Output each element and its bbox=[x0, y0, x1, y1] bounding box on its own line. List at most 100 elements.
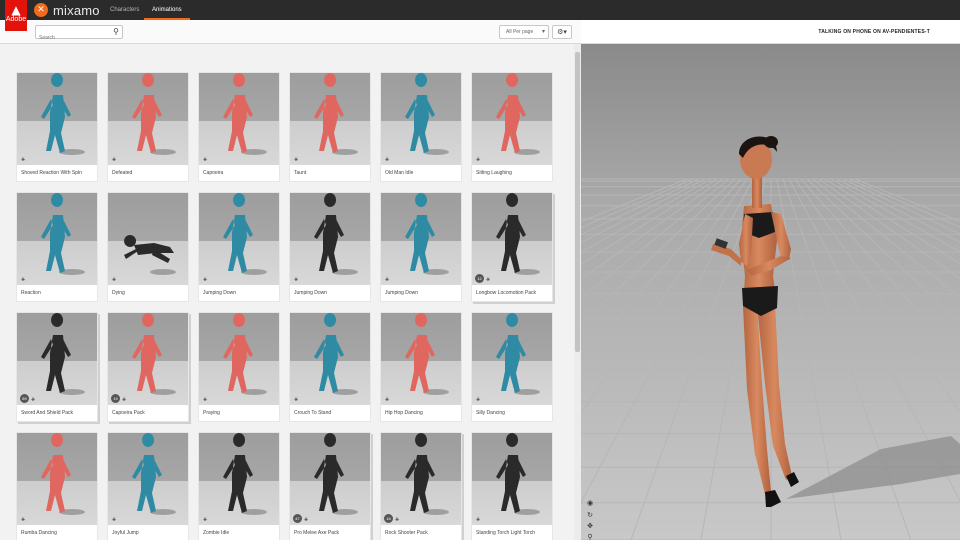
character-figure bbox=[405, 433, 435, 513]
pack-count-badge: 89 bbox=[20, 394, 29, 403]
animation-thumbnail[interactable]: 19 ⚹ bbox=[108, 313, 188, 405]
animation-thumbnail[interactable]: ⚹ bbox=[199, 313, 279, 405]
animation-card[interactable]: ⚹ Shoved Reaction With Spin bbox=[16, 72, 98, 182]
search-input[interactable] bbox=[36, 32, 110, 44]
camera-icon[interactable]: ◉ bbox=[585, 498, 595, 508]
animation-card[interactable]: ⚹ Old Man Idle bbox=[380, 72, 462, 182]
animation-thumbnail[interactable]: 12 ⚹ bbox=[472, 193, 552, 285]
per-page-select[interactable]: All Per page ▾ bbox=[499, 25, 549, 39]
in-place-icon: ⚹ bbox=[304, 515, 309, 523]
animation-card-label: Jumping Down bbox=[385, 290, 419, 296]
animation-card[interactable]: ⚹ Zombie Idle bbox=[198, 432, 280, 540]
animation-thumbnail[interactable]: ⚹ bbox=[17, 73, 97, 165]
animation-card[interactable]: ⚹ Crouch To Stand bbox=[289, 312, 371, 422]
pack-count-badge: 19 bbox=[111, 394, 120, 403]
animation-card[interactable]: ⚹ Jumping Down bbox=[198, 192, 280, 302]
animation-card-label: Hip Hop Dancing bbox=[385, 410, 423, 416]
animation-thumbnail[interactable]: ⚹ bbox=[199, 73, 279, 165]
animation-card-label: Crouch To Stand bbox=[294, 410, 332, 416]
zoom-icon[interactable]: ⚲ bbox=[585, 532, 595, 540]
character-figure bbox=[223, 433, 253, 513]
animation-card[interactable]: ⚹ Rumba Dancing bbox=[16, 432, 98, 540]
animation-card-label: Defeated bbox=[112, 170, 133, 176]
character-figure bbox=[223, 73, 253, 153]
animation-card[interactable]: ⚹ Taunt bbox=[289, 72, 371, 182]
character-figure bbox=[496, 313, 526, 393]
viewer-stage[interactable]: ◉ ↻ ✥ ⚲ bbox=[581, 44, 960, 540]
character-figure bbox=[314, 433, 344, 513]
animation-thumbnail[interactable]: ⚹ bbox=[472, 313, 552, 405]
animation-card-label: Capoeira bbox=[203, 170, 224, 176]
animation-card[interactable]: ⚹ Jumping Down bbox=[289, 192, 371, 302]
tab-characters[interactable]: Characters bbox=[110, 0, 139, 20]
animation-card[interactable]: ⚹ Defeated bbox=[107, 72, 189, 182]
character-figure bbox=[41, 433, 71, 513]
character-figure bbox=[314, 73, 344, 153]
animation-card[interactable]: ⚹ Joyful Jump bbox=[107, 432, 189, 540]
animation-card[interactable]: 47 ⚹ Pro Melee Axe Pack bbox=[289, 432, 371, 540]
viewport-canvas[interactable] bbox=[581, 44, 960, 540]
library-scrollbar[interactable] bbox=[574, 44, 581, 540]
character-figure bbox=[405, 193, 435, 273]
animation-card-label: Pro Melee Axe Pack bbox=[294, 530, 340, 536]
animation-card[interactable]: ⚹ Reaction bbox=[16, 192, 98, 302]
animation-card[interactable]: ⚹ Praying bbox=[198, 312, 280, 422]
animation-card[interactable]: ⚹ Hip Hop Dancing bbox=[380, 312, 462, 422]
animation-thumbnail[interactable]: 47 ⚹ bbox=[290, 433, 370, 525]
settings-dropdown-button[interactable]: ⚙▾ bbox=[552, 25, 572, 39]
animation-thumbnail[interactable]: ⚹ bbox=[290, 73, 370, 165]
animation-thumbnail[interactable]: ⚹ bbox=[17, 193, 97, 285]
animation-card-label: Sitting Laughing bbox=[476, 170, 512, 176]
animation-thumbnail[interactable]: 89 ⚹ bbox=[17, 313, 97, 405]
character-figure bbox=[41, 193, 71, 273]
animation-card[interactable]: ⚹ Silly Dancing bbox=[471, 312, 553, 422]
animation-thumbnail[interactable]: ⚹ bbox=[472, 73, 552, 165]
in-place-icon: ⚹ bbox=[476, 155, 481, 163]
animation-card[interactable]: 89 ⚹ Sword And Shield Pack bbox=[16, 312, 98, 422]
animation-thumbnail[interactable]: ⚹ bbox=[381, 193, 461, 285]
in-place-icon: ⚹ bbox=[21, 275, 26, 283]
animation-card[interactable]: 12 ⚹ Longbow Locomotion Pack bbox=[471, 192, 553, 302]
adobe-logo[interactable]: ▲ Adobe bbox=[5, 0, 27, 31]
character-figure bbox=[223, 313, 253, 393]
in-place-icon: ⚹ bbox=[486, 275, 491, 283]
animation-card[interactable]: 19 ⚹ Capoeira Pack bbox=[107, 312, 189, 422]
pan-icon[interactable]: ✥ bbox=[585, 521, 595, 531]
animation-thumbnail[interactable]: ⚹ bbox=[290, 313, 370, 405]
animation-card[interactable]: ⚹ Standing Torch Light Torch bbox=[471, 432, 553, 540]
pack-count-badge: 12 bbox=[475, 274, 484, 283]
character-figure bbox=[314, 193, 344, 273]
tab-animations[interactable]: Animations bbox=[144, 0, 190, 20]
gear-icon: ⚙▾ bbox=[557, 28, 567, 36]
animation-thumbnail[interactable]: ⚹ bbox=[199, 433, 279, 525]
character-figure bbox=[314, 313, 344, 393]
animation-thumbnail[interactable]: ⚹ bbox=[17, 433, 97, 525]
animation-card[interactable]: 16 ⚹ Rock Shooter Pack bbox=[380, 432, 462, 540]
animation-thumbnail[interactable]: ⚹ bbox=[472, 433, 552, 525]
animation-thumbnail[interactable]: ⚹ bbox=[108, 433, 188, 525]
animation-thumbnail[interactable]: ⚹ bbox=[290, 193, 370, 285]
in-place-icon: ⚹ bbox=[112, 155, 117, 163]
animation-card[interactable]: ⚹ Sitting Laughing bbox=[471, 72, 553, 182]
search-icon[interactable]: ⚲ bbox=[113, 27, 119, 36]
animation-thumbnail[interactable]: 16 ⚹ bbox=[381, 433, 461, 525]
animation-card-label: Old Man Idle bbox=[385, 170, 414, 176]
animation-thumbnail[interactable]: ⚹ bbox=[108, 73, 188, 165]
animation-thumbnail[interactable]: ⚹ bbox=[199, 193, 279, 285]
per-page-value: All Per page bbox=[506, 29, 534, 35]
library-toolbar: ⚲ All Per page ▾ ⚙▾ bbox=[0, 20, 581, 44]
animation-card[interactable]: ⚹ Jumping Down bbox=[380, 192, 462, 302]
animation-thumbnail[interactable]: ⚹ bbox=[108, 193, 188, 285]
mixamo-brand[interactable]: ✕ mixamo bbox=[34, 2, 100, 18]
chevron-down-icon: ▾ bbox=[541, 28, 545, 35]
rotate-icon[interactable]: ↻ bbox=[585, 510, 595, 520]
animation-thumbnail[interactable]: ⚹ bbox=[381, 313, 461, 405]
scrollbar-thumb[interactable] bbox=[575, 52, 580, 352]
animation-card[interactable]: ⚹ Capoeira bbox=[198, 72, 280, 182]
in-place-icon: ⚹ bbox=[476, 515, 481, 523]
animation-thumbnail[interactable]: ⚹ bbox=[381, 73, 461, 165]
animation-card-label: Reaction bbox=[21, 290, 41, 296]
animation-card[interactable]: ⚹ Dying bbox=[107, 192, 189, 302]
in-place-icon: ⚹ bbox=[112, 275, 117, 283]
in-place-icon: ⚹ bbox=[385, 275, 390, 283]
